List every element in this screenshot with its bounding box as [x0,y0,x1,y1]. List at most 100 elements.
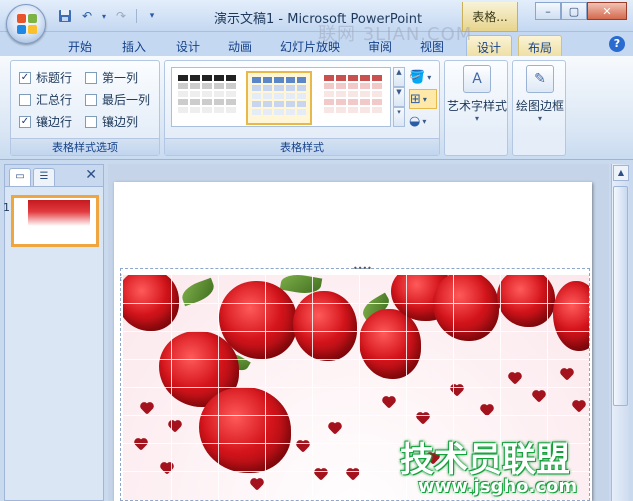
heart-shape [141,403,153,415]
save-icon[interactable] [56,7,74,25]
effects-button[interactable]: ◒ ▾ [409,111,437,131]
table-grid-line [123,387,589,388]
borders-button[interactable]: ⊞ ▾ [409,89,437,109]
thumbnail-picture [28,200,90,226]
checkbox-first-column[interactable]: 第一列 [85,69,138,86]
resize-handle-top-icon[interactable]: •••• [353,264,372,273]
scrollbar-thumb[interactable] [613,186,628,406]
heart-shape [251,479,263,491]
ribbon-tabs: 开始 插入 设计 动画 幻灯片放映 审阅 视图 设计 布局 ? [0,32,633,56]
draw-borders-button[interactable]: ✎ 绘图边框 ▾ [514,65,566,123]
slide-thumbnail[interactable] [11,195,99,247]
close-button[interactable]: ✕ [587,2,627,20]
checkbox-last-column[interactable]: 最后一列 [85,91,150,108]
pencil-icon: ✎ [526,65,554,93]
checkbox-box[interactable] [85,71,97,84]
restore-button[interactable]: ▢ [561,2,587,20]
shading-button[interactable]: 🪣 ▾ [409,67,437,87]
panel-tabs: ▭ ☰ ✕ [5,165,103,187]
minimize-button[interactable]: – [535,2,561,20]
watermark-top: 联网 3LIAN.COM [318,24,473,45]
checkbox-label: 镶边行 [36,115,73,129]
redo-icon[interactable]: ↷ [112,7,130,25]
tab-table-design[interactable]: 设计 [466,35,512,56]
checkbox-box[interactable] [85,93,97,106]
slides-panel: ▭ ☰ ✕ 1 [3,164,104,501]
tab-insert[interactable]: 插入 [116,35,152,56]
rose-shape [359,309,421,379]
tab-design[interactable]: 设计 [170,35,206,56]
draw-borders-group: ✎ 绘图边框 ▾ [512,60,566,156]
slide-number: 1 [3,201,10,214]
gallery-up-arrow-icon[interactable]: ▲ [393,67,405,87]
checkbox-label: 最后一列 [102,93,151,107]
quick-access-toolbar: ↶ ▾ ↷ ▾ [56,6,161,26]
table-style-thumbnail-red[interactable] [320,71,386,125]
help-icon[interactable]: ? [609,36,625,52]
heart-shape [509,373,521,385]
checkbox-banded-rows[interactable]: ✓ 镶边行 [19,113,72,130]
checkbox-box[interactable] [85,115,97,128]
dropdown-arrow-icon: ▾ [427,72,432,82]
dropdown-arrow-icon[interactable]: ▾ [100,7,108,25]
table-grid-line [123,331,589,332]
leaf-shape [178,277,218,307]
wordart-icon: A [463,65,491,93]
table-style-thumbnail-blue[interactable] [246,71,312,125]
wordart-styles-button[interactable]: A 艺术字样式 ▾ [447,65,507,123]
rose-shape [553,281,589,351]
wordart-styles-group: A 艺术字样式 ▾ [444,60,508,156]
heart-shape [533,391,545,403]
close-icon[interactable]: ✕ [85,167,97,183]
checkbox-total-row[interactable]: 汇总行 [19,91,72,108]
checkbox-label: 标题行 [36,71,73,85]
checkbox-banded-columns[interactable]: 镶边列 [85,113,138,130]
watermark-url: www.jsgho.com [418,476,578,497]
checkbox-label: 镶边列 [102,115,139,129]
heart-shape [573,401,585,413]
effects-icon: ◒ [409,113,421,129]
wordart-styles-label: 艺术字样式 [447,99,508,113]
undo-icon[interactable]: ↶ [78,7,96,25]
checkbox-label: 第一列 [102,71,139,85]
table-style-options-group: ✓ 标题行 第一列 汇总行 最后一列 ✓ 镶边行 镶边列 表格样式选项 [10,60,160,156]
table-style-thumbnail-black[interactable] [174,71,240,125]
dropdown-arrow-icon: ▾ [537,114,542,123]
slides-tab-icon[interactable]: ▭ [9,168,31,186]
draw-borders-label: 绘图边框 [515,99,564,113]
dropdown-arrow-icon: ▾ [474,114,479,123]
table-grid-line [123,415,589,416]
gallery-down-arrow-icon[interactable]: ▼ [393,87,405,107]
scroll-up-arrow-icon[interactable]: ▲ [613,165,629,181]
checkbox-label: 汇总行 [36,93,73,107]
checkbox-box[interactable]: ✓ [19,71,31,84]
watermark-logo: 技术员联盟 [400,440,570,480]
tab-animations[interactable]: 动画 [222,35,258,56]
paint-bucket-icon: 🪣 [409,69,426,85]
heart-shape [135,439,147,451]
outline-tab-icon[interactable]: ☰ [33,168,55,186]
title-bar: ↶ ▾ ↷ ▾ 演示文稿1 - Microsoft PowerPoint 表格.… [0,0,633,44]
customize-icon[interactable]: ▾ [143,7,161,25]
checkbox-box[interactable]: ✓ [19,115,31,128]
dropdown-arrow-icon: ▾ [422,94,427,104]
tab-home[interactable]: 开始 [62,35,98,56]
gallery-scroll: ▲ ▼ ▾ [393,67,405,127]
gallery-more-icon[interactable]: ▾ [393,107,405,127]
heart-shape [383,397,395,409]
vertical-scrollbar[interactable]: ▲ [611,164,629,501]
qat-separator [136,9,137,23]
group-label: 表格样式选项 [11,138,159,155]
window-controls: – ▢ ✕ [535,2,627,20]
group-label: 表格样式 [165,138,439,155]
table-styles-group: ▲ ▼ ▾ 🪣 ▾ ⊞ ▾ ◒ ▾ 表格样式 [164,60,440,156]
table-grid-line [123,359,589,360]
office-logo-icon [17,14,37,34]
heart-shape [329,423,341,435]
tab-table-layout[interactable]: 布局 [518,35,562,56]
rose-shape [199,387,291,473]
heart-shape [561,369,573,381]
office-button[interactable] [6,4,46,44]
checkbox-header-row[interactable]: ✓ 标题行 [19,69,72,86]
checkbox-box[interactable] [19,93,31,106]
